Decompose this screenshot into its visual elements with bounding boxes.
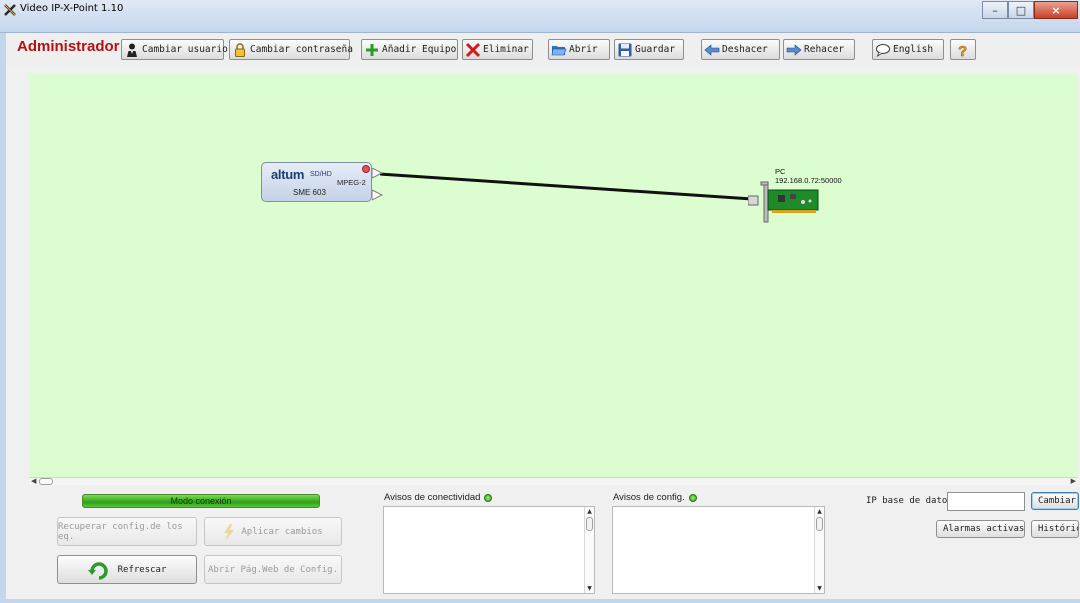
config-alerts-scrollbar[interactable]: ▲ ▼: [814, 507, 824, 593]
refresh-icon: [87, 561, 108, 580]
active-alarms-label: Alarmas activas: [943, 524, 1025, 534]
connectivity-alerts-header: Avisos de conectividad: [384, 492, 493, 503]
connection-mode-indicator: Modo conexión: [82, 494, 320, 508]
config-alerts-header: Avisos de config.: [613, 492, 697, 503]
active-alarms-button[interactable]: Alarmas activas: [936, 520, 1025, 538]
config-alerts-list[interactable]: ▲ ▼: [612, 506, 825, 594]
history-label: Histórico: [1038, 524, 1078, 534]
device-brand: altum: [271, 167, 305, 182]
scroll-down-icon[interactable]: ▼: [815, 584, 824, 593]
history-button[interactable]: Histórico: [1031, 520, 1079, 538]
db-ip-label: IP base de datos: [866, 496, 953, 506]
device-badge: SD/HD: [310, 171, 332, 178]
refresh-button[interactable]: Refrescar: [57, 555, 197, 584]
scroll-down-icon[interactable]: ▼: [585, 584, 594, 593]
connectivity-alerts-list[interactable]: ▲ ▼: [383, 506, 595, 594]
config-alerts-label: Avisos de config.: [613, 492, 685, 503]
output-port-icon[interactable]: [372, 168, 384, 202]
db-ip-input[interactable]: [947, 492, 1025, 511]
change-ip-label: Cambiar: [1038, 496, 1076, 506]
scroll-up-icon[interactable]: ▲: [815, 507, 824, 516]
scroll-thumb[interactable]: [586, 517, 593, 531]
device-model: SME 603: [293, 188, 326, 197]
pc-network-card-icon[interactable]: [748, 180, 820, 224]
canvas-horizontal-scrollbar[interactable]: ◀ ▶: [29, 477, 1078, 485]
refresh-label: Refrescar: [117, 564, 167, 575]
scroll-left-icon[interactable]: ◀: [31, 477, 36, 485]
connectivity-alerts-label: Avisos de conectividad: [384, 492, 481, 503]
scroll-thumb[interactable]: [39, 478, 53, 485]
open-webconfig-button[interactable]: Abrir Pág.Web de Config.: [204, 555, 342, 584]
config-status-icon: [688, 493, 697, 502]
connectivity-alerts-scrollbar[interactable]: ▲ ▼: [584, 507, 594, 593]
device-alarm-icon[interactable]: [362, 165, 370, 173]
lightning-icon: [224, 523, 235, 540]
device-codec: MPEG-2: [337, 178, 366, 187]
scroll-right-icon[interactable]: ▶: [1071, 477, 1076, 485]
change-ip-button[interactable]: Cambiar: [1031, 492, 1079, 510]
recover-config-label: Recuperar config.de los eq.: [58, 521, 183, 542]
apply-changes-label: Aplicar cambios: [241, 526, 323, 537]
pc-name: PC: [775, 167, 786, 176]
scroll-thumb[interactable]: [816, 517, 823, 531]
connectivity-status-icon: [484, 493, 493, 502]
recover-config-button[interactable]: Recuperar config.de los eq.: [57, 517, 197, 546]
scroll-up-icon[interactable]: ▲: [585, 507, 594, 516]
open-webconfig-label: Abrir Pág.Web de Config.: [207, 564, 339, 575]
apply-changes-button[interactable]: Aplicar cambios: [204, 517, 342, 546]
encoder-device-node[interactable]: altum SD/HD MPEG-2 SME 603: [261, 162, 372, 202]
